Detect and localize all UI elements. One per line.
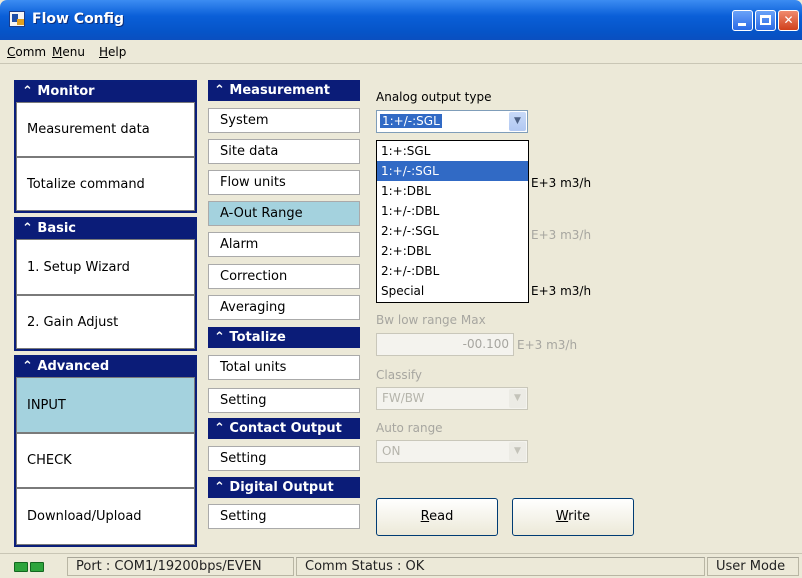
dropdown-option[interactable]: 1:+:SGL bbox=[377, 141, 528, 161]
category-site-data[interactable]: Site data bbox=[208, 139, 360, 164]
category-totalize-setting[interactable]: Setting bbox=[208, 388, 360, 413]
window-title: Flow Config bbox=[32, 11, 125, 27]
chevron-down-icon[interactable]: ▼ bbox=[509, 442, 526, 461]
category-alarm[interactable]: Alarm bbox=[208, 232, 360, 257]
sidebar-item-check[interactable]: CHECK bbox=[16, 433, 195, 488]
advanced-panel: ⌃ Advanced INPUT CHECK Download/Upload bbox=[14, 355, 197, 547]
dropdown-option[interactable]: 2:+:DBL bbox=[377, 241, 528, 261]
dropdown-option[interactable]: 2:+/-:SGL bbox=[377, 221, 528, 241]
section-header-totalize[interactable]: ⌃ Totalize bbox=[208, 327, 360, 348]
section-header-monitor[interactable]: ⌃ Monitor bbox=[16, 82, 195, 102]
unit-label-row1: E+3 m3/h bbox=[531, 176, 592, 190]
title-bar: Flow Config ✕ bbox=[0, 0, 802, 40]
menu-help[interactable]: Help bbox=[99, 45, 126, 59]
sidebar-item-setup-wizard[interactable]: 1. Setup Wizard bbox=[16, 239, 195, 295]
category-total-units[interactable]: Total units bbox=[208, 355, 360, 380]
bw-low-range-max-unit: E+3 m3/h bbox=[517, 338, 578, 352]
dropdown-option[interactable]: 2:+/-:DBL bbox=[377, 261, 528, 281]
menu-bar: Comm Menu Help bbox=[0, 40, 802, 64]
chevron-down-icon[interactable]: ▼ bbox=[509, 112, 526, 131]
section-header-measurement[interactable]: ⌃ Measurement bbox=[208, 80, 360, 101]
read-button[interactable]: Read bbox=[376, 498, 498, 536]
basic-panel: ⌃ Basic 1. Setup Wizard 2. Gain Adjust bbox=[14, 217, 197, 351]
dropdown-option[interactable]: Special bbox=[377, 281, 528, 301]
green-led-icon bbox=[30, 562, 44, 572]
section-header-contact-output[interactable]: ⌃ Contact Output bbox=[208, 418, 360, 439]
analog-output-type-select[interactable]: 1:+/-:SGL ▼ bbox=[376, 110, 528, 133]
auto-range-value: ON bbox=[382, 444, 401, 458]
sidebar-item-totalize-command[interactable]: Totalize command bbox=[16, 157, 195, 211]
category-flow-units[interactable]: Flow units bbox=[208, 170, 360, 195]
port-status: Port : COM1/19200bps/EVEN bbox=[67, 557, 294, 576]
menu-menu[interactable]: Menu bbox=[52, 45, 85, 59]
classify-select[interactable]: FW/BW ▼ bbox=[376, 387, 528, 410]
minimize-button[interactable] bbox=[732, 10, 753, 31]
bw-low-range-max-label: Bw low range Max bbox=[376, 313, 486, 327]
category-averaging[interactable]: Averaging bbox=[208, 295, 360, 320]
minimize-icon bbox=[738, 23, 746, 26]
menu-comm[interactable]: Comm bbox=[7, 45, 46, 59]
category-contact-output-setting[interactable]: Setting bbox=[208, 446, 360, 471]
comm-status: Comm Status : OK bbox=[296, 557, 705, 576]
unit-label-row2: E+3 m3/h bbox=[531, 228, 592, 242]
section-header-advanced[interactable]: ⌃ Advanced bbox=[16, 357, 195, 377]
section-header-digital-output[interactable]: ⌃ Digital Output bbox=[208, 477, 360, 498]
dropdown-option-selected[interactable]: 1:+/-:SGL bbox=[377, 161, 528, 181]
write-button[interactable]: Write bbox=[512, 498, 634, 536]
close-button[interactable]: ✕ bbox=[778, 10, 799, 31]
analog-output-type-label: Analog output type bbox=[376, 90, 492, 104]
app-icon bbox=[9, 11, 25, 27]
sidebar-item-input[interactable]: INPUT bbox=[16, 377, 195, 433]
category-a-out-range[interactable]: A-Out Range bbox=[208, 201, 360, 226]
dropdown-option[interactable]: 1:+/-:DBL bbox=[377, 201, 528, 221]
dropdown-option[interactable]: 1:+:DBL bbox=[377, 181, 528, 201]
monitor-panel: ⌃ Monitor Measurement data Totalize comm… bbox=[14, 80, 197, 213]
category-system[interactable]: System bbox=[208, 108, 360, 133]
sidebar-item-download-upload[interactable]: Download/Upload bbox=[16, 488, 195, 545]
bw-low-range-max-input[interactable]: -00.100 bbox=[376, 333, 514, 356]
category-correction[interactable]: Correction bbox=[208, 264, 360, 289]
sidebar-item-measurement-data[interactable]: Measurement data bbox=[16, 102, 195, 157]
analog-output-type-value: 1:+/-:SGL bbox=[380, 114, 442, 128]
maximize-button[interactable] bbox=[755, 10, 776, 31]
section-header-basic[interactable]: ⌃ Basic bbox=[16, 219, 195, 239]
category-digital-output-setting[interactable]: Setting bbox=[208, 504, 360, 529]
chevron-down-icon[interactable]: ▼ bbox=[509, 389, 526, 408]
close-icon: ✕ bbox=[783, 13, 794, 27]
auto-range-label: Auto range bbox=[376, 421, 443, 435]
classify-value: FW/BW bbox=[382, 391, 425, 405]
classify-label: Classify bbox=[376, 368, 423, 382]
auto-range-select[interactable]: ON ▼ bbox=[376, 440, 528, 463]
analog-output-type-dropdown: 1:+:SGL 1:+/-:SGL 1:+:DBL 1:+/-:DBL 2:+/… bbox=[376, 140, 529, 303]
sidebar-item-gain-adjust[interactable]: 2. Gain Adjust bbox=[16, 295, 195, 349]
green-led-icon bbox=[14, 562, 28, 572]
maximize-icon bbox=[760, 15, 771, 25]
category-column: ⌃ Measurement System Site data Flow unit… bbox=[208, 80, 360, 546]
unit-label-row3: E+3 m3/h bbox=[531, 284, 592, 298]
user-mode-status: User Mode bbox=[707, 557, 799, 576]
status-bar: Port : COM1/19200bps/EVEN Comm Status : … bbox=[0, 553, 802, 578]
